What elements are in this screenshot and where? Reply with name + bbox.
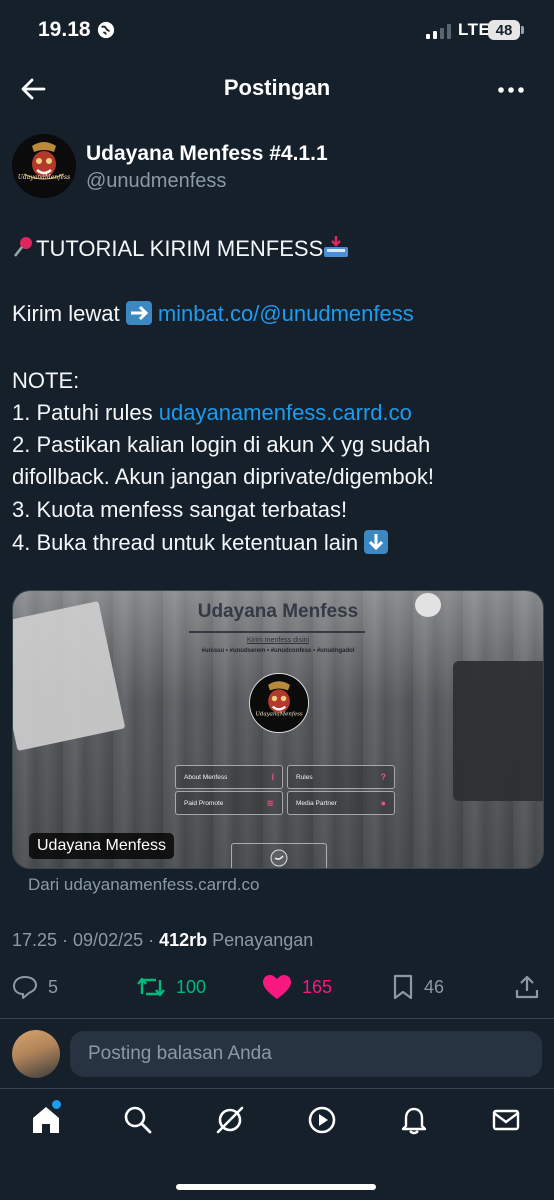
link-preview-card[interactable]: Udayana Menfess Kirim menfess disini #un… bbox=[12, 590, 544, 869]
post-title-line: TUTORIAL KIRIM MENFESS bbox=[12, 234, 349, 264]
share-icon[interactable] bbox=[514, 974, 540, 1000]
card-book bbox=[453, 661, 543, 801]
rule-4: 4. Buka thread untuk ketentuan lain bbox=[12, 528, 389, 558]
card-rules-label: Rules bbox=[296, 773, 313, 781]
bookmark-action[interactable]: 46 bbox=[392, 974, 444, 1000]
rule-2-line-1: 2. Pastikan kalian login di akun X yg su… bbox=[12, 432, 431, 457]
card-media-button: Media Partner ● bbox=[287, 791, 395, 815]
send-line: Kirim lewat minbat.co/@unudmenfess bbox=[12, 299, 414, 329]
card-about-button: About Menfess i bbox=[175, 765, 283, 789]
nav-divider bbox=[0, 1088, 554, 1089]
like-count: 165 bbox=[302, 976, 333, 997]
search-icon[interactable] bbox=[122, 1104, 154, 1136]
rule-1-prefix: 1. Patuhi rules bbox=[12, 400, 159, 425]
pushpin-icon bbox=[14, 237, 32, 257]
card-domain-label: Udayana Menfess bbox=[29, 833, 174, 859]
network-type: LTE bbox=[458, 20, 491, 39]
rule-1: 1. Patuhi rules udayanamenfess.carrd.co bbox=[12, 398, 412, 428]
card-media-label: Media Partner bbox=[296, 799, 337, 807]
rule-4-text: 4. Buka thread untuk ketentuan lain bbox=[12, 530, 365, 555]
reply-input[interactable]: Posting balasan Anda bbox=[70, 1031, 542, 1077]
reply-count: 5 bbox=[48, 976, 59, 997]
card-twitter-button bbox=[231, 843, 327, 868]
bird-icon bbox=[270, 849, 288, 867]
reply-action[interactable]: 5 bbox=[12, 974, 58, 1000]
globe-icon bbox=[97, 21, 114, 39]
card-source[interactable]: Dari udayanamenfess.carrd.co bbox=[28, 875, 260, 895]
bookmark-icon bbox=[393, 974, 413, 1000]
bell-icon[interactable] bbox=[398, 1104, 430, 1136]
signal-strength-icon bbox=[426, 23, 451, 39]
card-title-rule bbox=[189, 631, 365, 633]
question-icon: ? bbox=[380, 772, 387, 782]
rule-3: 3. Kuota menfess sangat terbatas! bbox=[12, 497, 348, 522]
like-action[interactable]: 165 bbox=[262, 974, 332, 1000]
card-site-title: Udayana Menfess bbox=[197, 601, 359, 622]
grok-icon[interactable] bbox=[214, 1104, 246, 1136]
card-promote-label: Paid Promote bbox=[184, 799, 224, 807]
author-handle[interactable]: @unudmenfess bbox=[86, 170, 226, 193]
repost-icon bbox=[137, 977, 165, 997]
card-logo: UdayanaMenfess bbox=[249, 673, 309, 733]
card-barong-logo: UdayanaMenfess bbox=[250, 674, 308, 732]
status-time: 19.18 bbox=[38, 18, 115, 42]
battery-icon: 48 bbox=[488, 20, 520, 40]
repost-count: 100 bbox=[176, 976, 207, 997]
user-avatar[interactable] bbox=[12, 1030, 60, 1078]
clock-text: 19.18 bbox=[38, 18, 91, 41]
author-avatar[interactable]: UdayanaMenfess bbox=[12, 134, 76, 198]
card-subtitle: Kirim menfess disini bbox=[246, 637, 310, 644]
notification-dot bbox=[52, 1100, 61, 1109]
rule-2-line-2: difollback. Akun jangan diprivate/digemb… bbox=[12, 464, 434, 489]
home-indicator bbox=[176, 1184, 376, 1190]
svg-text:UdayanaMenfess: UdayanaMenfess bbox=[255, 712, 303, 718]
reply-icon bbox=[13, 976, 37, 999]
bookmark-count: 46 bbox=[424, 976, 445, 997]
repost-action[interactable]: 100 bbox=[136, 974, 206, 1000]
send-prefix: Kirim lewat bbox=[12, 301, 126, 326]
note-label: NOTE: bbox=[12, 368, 80, 393]
views-label: Penayangan bbox=[207, 930, 314, 950]
card-about-label: About Menfess bbox=[184, 773, 228, 781]
mail-icon[interactable] bbox=[490, 1104, 522, 1136]
views-count: 412rb bbox=[159, 930, 208, 950]
battery-tip bbox=[521, 26, 524, 34]
post-title-text: TUTORIAL KIRIM MENFESS bbox=[36, 236, 324, 261]
card-rules-button: Rules? bbox=[287, 765, 395, 789]
info-icon: i bbox=[271, 772, 274, 782]
rules-link[interactable]: udayanamenfess.carrd.co bbox=[159, 400, 412, 425]
post-meta: 17.25 · 09/02/25 · 412rb Penayangan bbox=[12, 930, 313, 951]
send-link[interactable]: minbat.co/@unudmenfess bbox=[158, 301, 414, 326]
svg-text:UdayanaMenfess: UdayanaMenfess bbox=[18, 174, 70, 181]
person-icon: ● bbox=[380, 798, 386, 808]
author-name[interactable]: Udayana Menfess #4.1.1 bbox=[86, 142, 328, 166]
down-arrow-emoji-icon bbox=[364, 530, 389, 554]
video-icon[interactable] bbox=[306, 1104, 338, 1136]
right-arrow-emoji-icon bbox=[125, 301, 152, 325]
card-tags: #unissu • #unudserem • #unudconfess • #u… bbox=[201, 648, 355, 654]
inbox-tray-icon bbox=[324, 236, 349, 257]
page-title: Postingan bbox=[223, 75, 331, 100]
card-promote-button: Paid Promote ≋ bbox=[175, 791, 283, 815]
divider bbox=[0, 1018, 554, 1019]
more-dots-icon[interactable] bbox=[496, 76, 526, 106]
heart-icon bbox=[263, 975, 291, 999]
barong-logo: UdayanaMenfess bbox=[12, 134, 76, 198]
post-timestamp: 17.25 · 09/02/25 · bbox=[12, 930, 160, 950]
rss-icon: ≋ bbox=[266, 797, 274, 808]
